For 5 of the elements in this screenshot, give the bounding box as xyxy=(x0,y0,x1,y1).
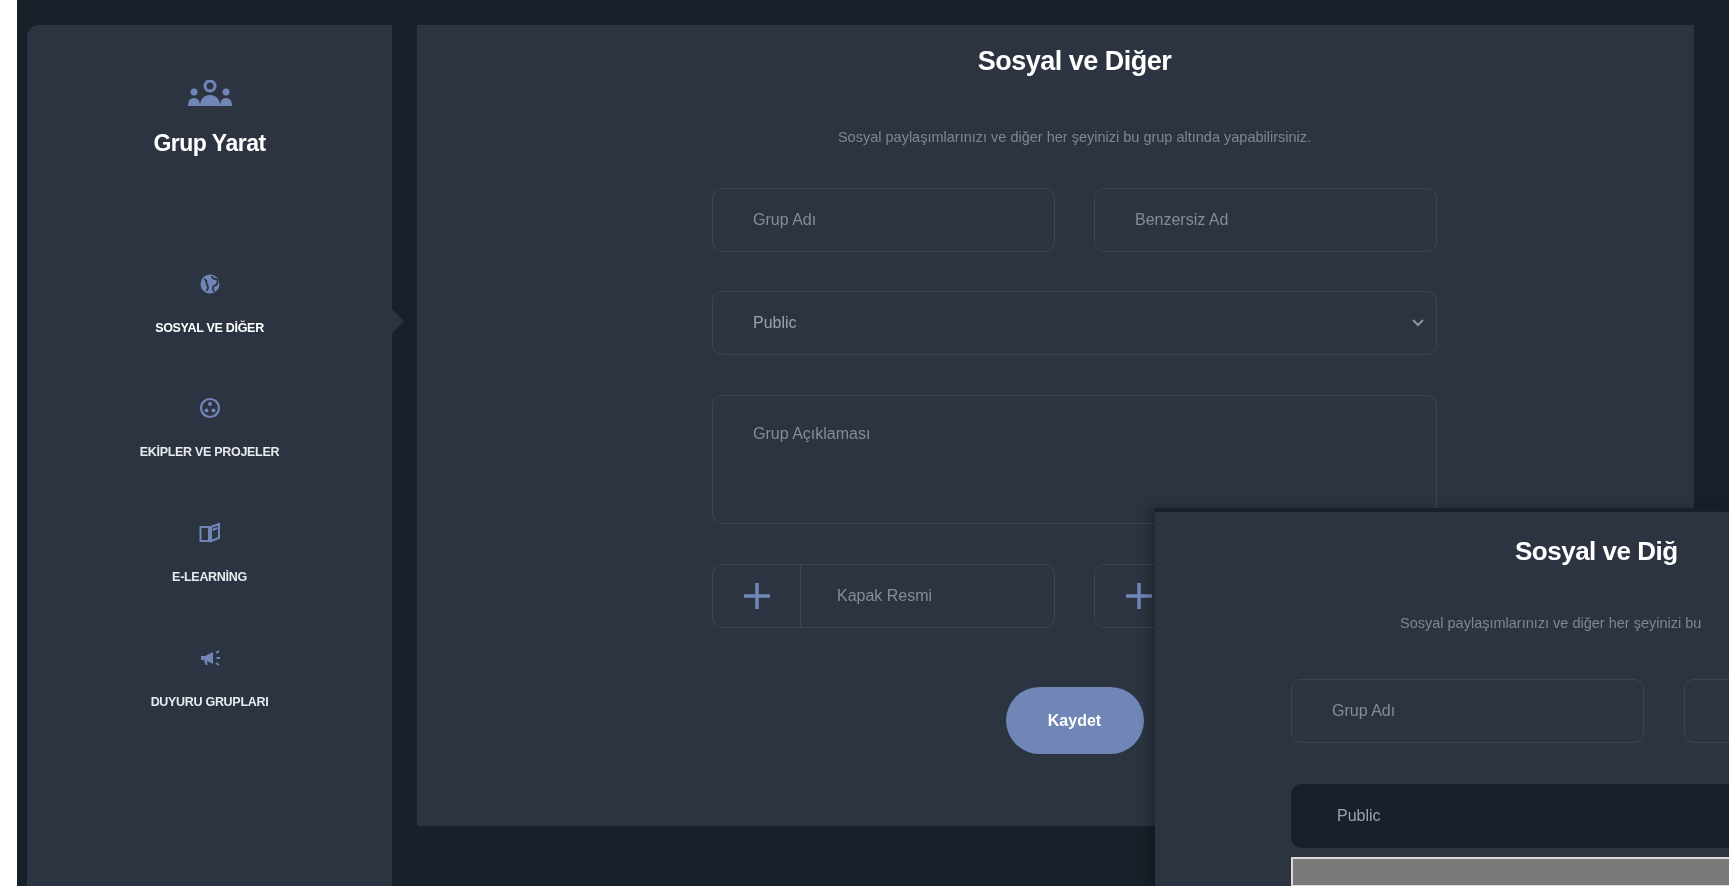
form-title: Sosyal ve Diğ xyxy=(1515,535,1679,568)
sidebar-title: Grup Yarat xyxy=(153,129,266,158)
form-title: Sosyal ve Diğer xyxy=(976,45,1173,78)
form-subtitle: Sosyal paylaşımlarınızı ve diğer her şeyinizi bu grup altında yapabilirsiniz. xyxy=(836,127,1313,147)
form-subtitle: Sosyal paylaşımlarınızı ve diğer her şeyinizi bu xyxy=(1400,614,1703,633)
